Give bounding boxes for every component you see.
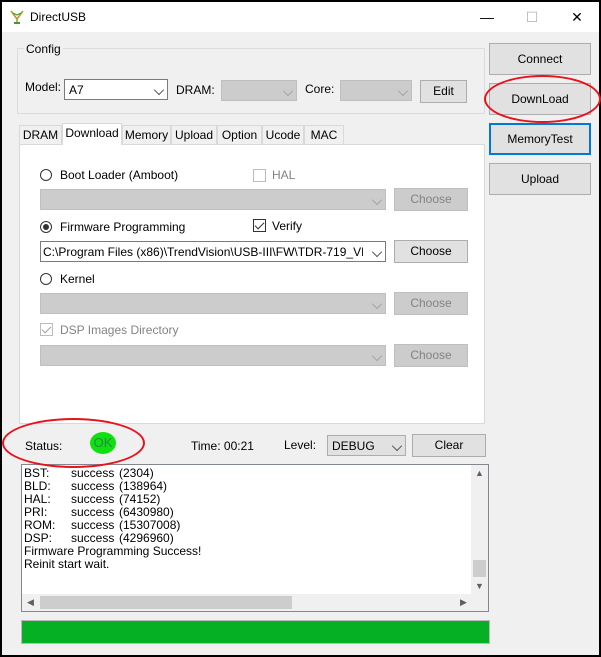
firmware-radio[interactable]: [40, 221, 52, 233]
maximize-button[interactable]: ☐: [517, 6, 547, 28]
log-lines: BST: success (2304) BLD: success (138964) HAL:…: [24, 467, 472, 595]
dsp-path-select[interactable]: [40, 345, 386, 366]
clear-button[interactable]: Clear: [412, 434, 486, 457]
level-select[interactable]: DEBUG: [327, 435, 406, 456]
model-select[interactable]: A7: [64, 79, 168, 100]
scrollbar-corner: [471, 594, 488, 611]
window-title: DirectUSB: [30, 10, 87, 24]
log-line: Reinit start wait.: [24, 558, 472, 571]
log-horizontal-scrollbar[interactable]: ◀ ▶: [22, 594, 472, 611]
dsp-choose-button[interactable]: Choose: [394, 344, 468, 367]
boot-loader-path-select[interactable]: [40, 189, 386, 210]
upload-button[interactable]: Upload: [489, 163, 591, 195]
log-line-text: Reinit start wait.: [24, 557, 110, 571]
tab-upload[interactable]: Upload: [171, 125, 217, 144]
download-tab-panel: Boot Loader (Amboot) HAL Choose Firmware…: [19, 144, 485, 424]
core-select[interactable]: [340, 80, 412, 101]
download-annotation-ellipse: [484, 75, 601, 123]
hal-checkbox[interactable]: [253, 169, 266, 182]
minimize-button[interactable]: —: [472, 6, 502, 28]
title-bar[interactable]: DirectUSB — ☐ ✕: [2, 2, 599, 32]
chevron-down-icon: [391, 440, 403, 452]
firmware-path-select[interactable]: C:\Program Files (x86)\TrendVision\USB-I…: [40, 241, 386, 262]
model-value: A7: [69, 83, 84, 97]
chevron-down-icon: [371, 246, 383, 258]
check-icon: [254, 219, 265, 230]
scroll-left-icon[interactable]: ◀: [22, 594, 39, 611]
log-horizontal-thumb[interactable]: [40, 596, 292, 609]
log-vertical-scrollbar[interactable]: ▲ ▼: [471, 465, 488, 595]
kernel-choose-button[interactable]: Choose: [394, 292, 468, 315]
connect-button[interactable]: Connect: [489, 43, 591, 75]
chevron-down-icon: [371, 350, 383, 362]
firmware-path: C:\Program Files (x86)\TrendVision\USB-I…: [43, 245, 363, 259]
log-vertical-thumb[interactable]: [473, 560, 486, 577]
scroll-down-icon[interactable]: ▼: [471, 578, 488, 595]
dsp-checkbox[interactable]: [40, 323, 53, 336]
chevron-down-icon: [371, 194, 383, 206]
status-annotation-ellipse: [2, 418, 145, 468]
level-label: Level:: [284, 438, 317, 452]
log-line-text: Firmware Programming Success!: [24, 544, 202, 558]
tab-option[interactable]: Option: [217, 125, 262, 144]
model-label: Model:: [25, 80, 62, 94]
scroll-up-icon[interactable]: ▲: [471, 465, 488, 482]
log-output[interactable]: BST: success (2304) BLD: success (138964) HAL:…: [21, 464, 489, 612]
boot-loader-radio[interactable]: [40, 169, 52, 181]
verify-label: Verify: [272, 219, 303, 233]
progress-bar: [21, 620, 490, 644]
kernel-radio[interactable]: [40, 273, 52, 285]
kernel-label: Kernel: [60, 272, 95, 286]
firmware-choose-button[interactable]: Choose: [394, 240, 468, 263]
firmware-label: Firmware Programming: [60, 220, 186, 234]
boot-loader-label: Boot Loader (Amboot): [60, 168, 179, 182]
config-group-label: Config: [24, 42, 63, 56]
hal-label: HAL: [272, 168, 296, 182]
dram-label: DRAM:: [176, 83, 215, 97]
close-button[interactable]: ✕: [562, 6, 592, 28]
core-label: Core:: [305, 82, 335, 96]
elapsed-time: Time: 00:21: [191, 439, 254, 453]
chevron-down-icon: [153, 84, 165, 96]
check-icon: [41, 323, 52, 334]
app-icon: [10, 10, 24, 24]
tab-memory[interactable]: Memory: [122, 125, 171, 144]
verify-checkbox[interactable]: [253, 219, 266, 232]
dram-select[interactable]: [221, 80, 297, 101]
tab-dram[interactable]: DRAM: [19, 125, 62, 144]
chevron-down-icon: [371, 298, 383, 310]
tab-ucode[interactable]: Ucode: [262, 125, 304, 144]
tab-mac[interactable]: MAC: [304, 125, 344, 144]
memorytest-button[interactable]: MemoryTest: [489, 123, 591, 155]
boot-loader-choose-button[interactable]: Choose: [394, 188, 468, 211]
level-value: DEBUG: [332, 439, 375, 453]
progress-fill: [22, 621, 489, 643]
edit-button[interactable]: Edit: [420, 80, 467, 103]
main-window: DirectUSB — ☐ ✕ Config Model: A7 DRAM: C…: [0, 0, 601, 657]
tab-download[interactable]: Download: [62, 123, 122, 145]
dsp-label: DSP Images Directory: [60, 323, 179, 337]
scroll-right-icon[interactable]: ▶: [455, 594, 472, 611]
chevron-down-icon: [282, 85, 294, 97]
chevron-down-icon: [397, 85, 409, 97]
kernel-path-select[interactable]: [40, 293, 386, 314]
